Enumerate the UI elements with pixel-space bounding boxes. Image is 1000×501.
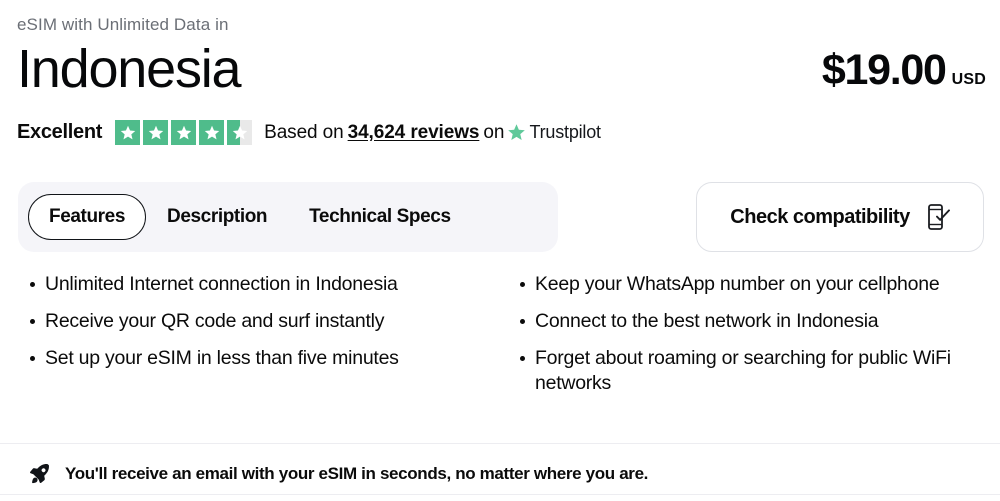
list-item: Set up your eSIM in less than five minut… bbox=[17, 346, 491, 371]
tab-features[interactable]: Features bbox=[28, 194, 147, 240]
rocket-icon bbox=[30, 464, 49, 484]
star-icon bbox=[199, 120, 225, 145]
title-price-row: Indonesia $19.00 USD bbox=[17, 36, 986, 100]
features-column-right: Keep your WhatsApp number on your cellph… bbox=[507, 272, 983, 408]
reviews-count-link[interactable]: 34,624 reviews bbox=[348, 122, 480, 144]
features-section: Unlimited Internet connection in Indones… bbox=[17, 272, 983, 408]
phone-check-icon bbox=[927, 204, 950, 230]
feature-list-right: Keep your WhatsApp number on your cellph… bbox=[507, 272, 983, 396]
based-on-label: Based on bbox=[264, 121, 344, 143]
trustpilot-rating[interactable]: Excellent Based on 34,624 reviews on Tru… bbox=[17, 120, 601, 145]
price-currency: USD bbox=[951, 71, 986, 88]
on-label: on bbox=[483, 121, 505, 143]
divider-bottom bbox=[0, 494, 1000, 495]
rating-word: Excellent bbox=[17, 121, 103, 143]
delivery-note: You'll receive an email with your eSIM i… bbox=[27, 462, 648, 486]
check-compatibility-label: Check compatibility bbox=[730, 205, 910, 228]
trustpilot-name: Trustpilot bbox=[529, 122, 601, 142]
star-icon bbox=[115, 120, 141, 145]
star-rating bbox=[115, 120, 253, 145]
price-amount: $19.00 bbox=[821, 46, 947, 94]
list-item: Keep your WhatsApp number on your cellph… bbox=[507, 272, 983, 297]
trustpilot-logo[interactable]: Trustpilot bbox=[507, 122, 601, 143]
list-item: Forget about roaming or searching for pu… bbox=[507, 346, 983, 396]
tab-description[interactable]: Description bbox=[146, 194, 288, 240]
page-title: Indonesia bbox=[17, 39, 242, 99]
list-item: Unlimited Internet connection in Indones… bbox=[17, 272, 491, 297]
tab-technical-specs[interactable]: Technical Specs bbox=[288, 194, 472, 240]
star-icon bbox=[143, 120, 169, 145]
trustpilot-star-icon bbox=[508, 124, 526, 141]
feature-list-left: Unlimited Internet connection in Indones… bbox=[17, 272, 491, 371]
divider-top bbox=[0, 443, 1000, 444]
delivery-note-text: You'll receive an email with your eSIM i… bbox=[65, 464, 649, 483]
star-icon bbox=[171, 120, 197, 145]
header: eSIM with Unlimited Data in Indonesia $1… bbox=[17, 14, 986, 100]
price-block: $19.00 USD bbox=[822, 46, 986, 100]
product-eyebrow: eSIM with Unlimited Data in bbox=[17, 15, 229, 34]
list-item: Connect to the best network in Indonesia bbox=[507, 309, 983, 334]
list-item: Receive your QR code and surf instantly bbox=[17, 309, 491, 334]
tab-bar: Features Description Technical Specs bbox=[18, 182, 558, 252]
star-icon-half bbox=[227, 120, 253, 145]
check-compatibility-button[interactable]: Check compatibility bbox=[696, 182, 984, 252]
product-header-panel: eSIM with Unlimited Data in Indonesia $1… bbox=[0, 0, 1000, 501]
features-column-left: Unlimited Internet connection in Indones… bbox=[17, 272, 507, 408]
